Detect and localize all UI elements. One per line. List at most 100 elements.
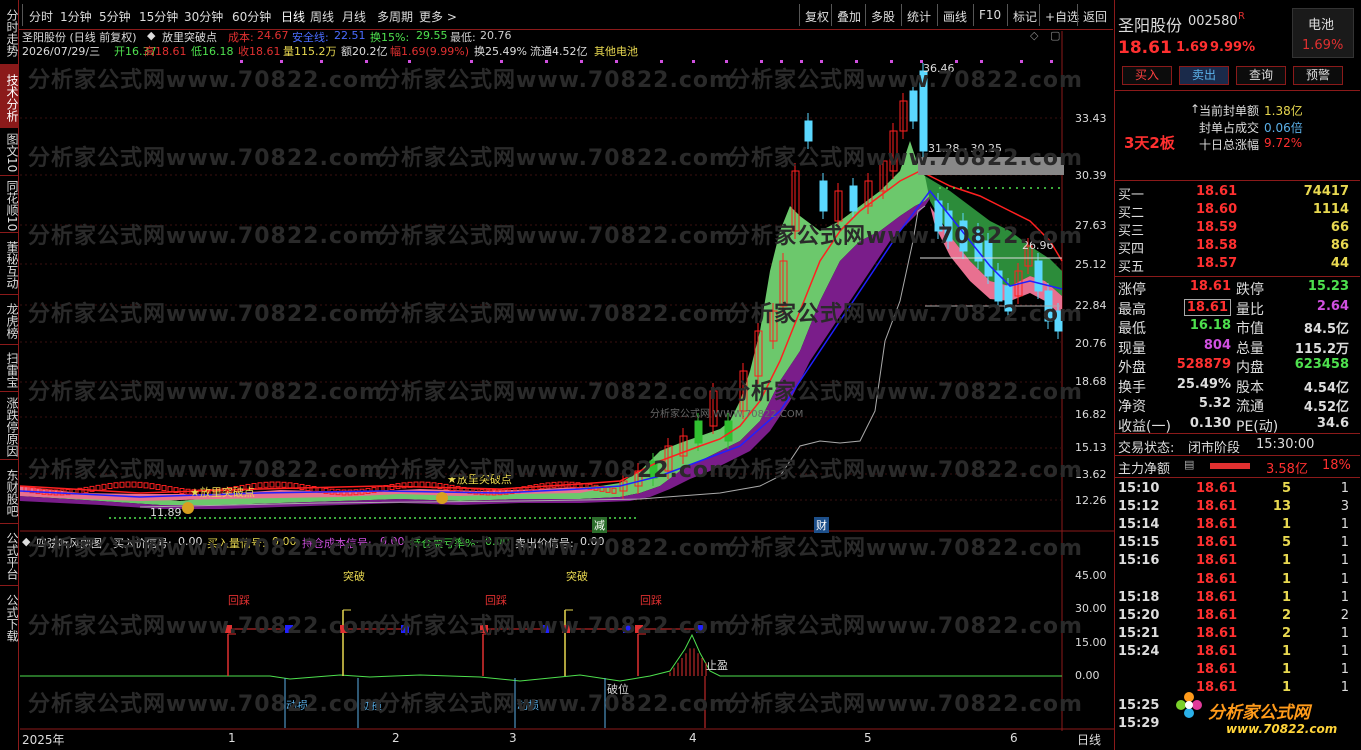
toolbar-3[interactable]: 15分钟 bbox=[139, 8, 178, 25]
toolbar-right-2[interactable]: 多股 bbox=[871, 8, 895, 25]
r-badge: R bbox=[1238, 11, 1245, 22]
toolbar-right-8[interactable]: 返回 bbox=[1083, 8, 1107, 25]
sidebar-item-7[interactable]: 涨跌停原因 bbox=[0, 392, 18, 459]
tick-price: 18.61 bbox=[1196, 680, 1238, 696]
stat-label: 市值 bbox=[1236, 321, 1264, 337]
tick-vol: 1 bbox=[1281, 680, 1291, 696]
small-candle bbox=[101, 483, 107, 490]
toolbar-4[interactable]: 30分钟 bbox=[184, 8, 223, 25]
toolbar-right-6[interactable]: 标记 bbox=[1013, 8, 1037, 25]
green-dot bbox=[1058, 187, 1060, 189]
toolbar-7[interactable]: 周线 bbox=[310, 8, 334, 25]
sidebar-item-8[interactable]: 东财股吧 bbox=[0, 460, 18, 523]
sidebar-item-3[interactable]: 同花顺10 bbox=[0, 176, 18, 232]
green-dot bbox=[509, 517, 511, 519]
toolbar-0[interactable]: 分时 bbox=[29, 8, 53, 25]
status-value: 闭市阶段 bbox=[1188, 441, 1241, 456]
huicai-label-1: 回踩 bbox=[228, 594, 250, 607]
alert-button[interactable]: 预警 bbox=[1293, 66, 1343, 85]
toolbar-10[interactable]: 更多 > bbox=[419, 8, 457, 25]
toolbar-6[interactable]: 日线 bbox=[281, 8, 305, 25]
bid-price: 18.57 bbox=[1196, 256, 1238, 271]
tick-vol: 1 bbox=[1281, 553, 1291, 569]
candle-body bbox=[849, 185, 858, 212]
sidebar-item-5[interactable]: 龙虎榜 bbox=[0, 295, 18, 344]
settings-box-icon[interactable]: ▢ bbox=[1050, 29, 1060, 42]
toolbar-9[interactable]: 多周期 bbox=[377, 8, 413, 25]
watermark-text: 分析家公式网www.70822.com bbox=[378, 380, 733, 405]
bid-label: 买五 bbox=[1118, 260, 1145, 275]
tick-count: 1 bbox=[1340, 643, 1349, 659]
sidebar-item-1[interactable]: 技术分析 bbox=[0, 65, 18, 127]
toolbar-5[interactable]: 60分钟 bbox=[232, 8, 271, 25]
green-dot bbox=[459, 517, 461, 519]
green-dot bbox=[454, 517, 456, 519]
green-dot bbox=[534, 517, 536, 519]
green-dot bbox=[1009, 187, 1011, 189]
status-time: 15:30:00 bbox=[1256, 437, 1315, 452]
sidebar-item-0[interactable]: 分时走势 bbox=[0, 0, 18, 63]
tick-vol: 5 bbox=[1281, 481, 1291, 496]
watermark-text: 分析家公式网www.70822.com bbox=[728, 224, 1083, 249]
huicai-label-3: 回踩 bbox=[640, 594, 662, 607]
toolbar-right-1[interactable]: 叠加 bbox=[837, 8, 861, 25]
green-dot bbox=[444, 517, 446, 519]
green-dot bbox=[199, 517, 201, 519]
tick-count: 2 bbox=[1340, 607, 1349, 623]
tick-price: 18.61 bbox=[1196, 553, 1238, 569]
toolbar-sep bbox=[831, 4, 832, 26]
buy-button[interactable]: 买入 bbox=[1122, 66, 1172, 85]
green-dot bbox=[524, 517, 526, 519]
sidebar-item-10[interactable]: 公式下载 bbox=[0, 586, 18, 646]
sidebar-item-9[interactable]: 公式平台 bbox=[0, 524, 18, 585]
stat-value: 25.49% bbox=[1176, 376, 1231, 392]
expand-diamond-icon[interactable]: ◇ bbox=[1030, 29, 1038, 42]
list-icon[interactable]: ▤ bbox=[1184, 458, 1194, 471]
sidebar-item-6[interactable]: 扫雷宝 bbox=[0, 345, 18, 391]
green-dot bbox=[439, 517, 441, 519]
panel-divider bbox=[1114, 0, 1115, 750]
seal-value: 1.38亿 bbox=[1264, 104, 1303, 118]
watermark-text: 分析家公式网www.70822.com bbox=[378, 68, 733, 93]
sidebar-item-4[interactable]: 董秘互动 bbox=[0, 233, 18, 294]
toolbar-8[interactable]: 月线 bbox=[342, 8, 366, 25]
toolbar-right-7[interactable]: +自选 bbox=[1045, 8, 1079, 25]
green-dot bbox=[129, 517, 131, 519]
stat-value: 18.61 bbox=[1189, 279, 1231, 294]
bid-label: 买四 bbox=[1118, 242, 1145, 257]
sidebar-sep bbox=[0, 232, 18, 233]
left-sidebar: 分时走势技术分析 图文10 同花顺10 董秘互动 龙虎榜 扫雷宝 涨跌停原因 东财股吧 公式平台… bbox=[0, 0, 19, 750]
bid-vol: 1114 bbox=[1312, 202, 1349, 217]
stat-label: 换手 bbox=[1118, 379, 1146, 396]
tupo-label-1: 突破 bbox=[343, 570, 365, 583]
sell-button[interactable]: 卖出 bbox=[1179, 66, 1229, 85]
toolbar-right-4[interactable]: 画线 bbox=[943, 8, 967, 25]
bid-vol: 44 bbox=[1330, 256, 1349, 271]
logo-url: www.70822.com bbox=[1226, 722, 1338, 736]
sidebar-item-2[interactable]: 图文10 bbox=[0, 128, 18, 175]
green-dot bbox=[354, 517, 356, 519]
green-dot bbox=[409, 517, 411, 519]
toolbar-2[interactable]: 5分钟 bbox=[99, 8, 131, 25]
green-dot bbox=[124, 517, 126, 519]
watermark-text: 分析家公式网www.70822.com bbox=[378, 536, 733, 561]
watermark-text: 分析家公式网www.70822.com bbox=[728, 458, 1083, 483]
cost-value: 24.67 bbox=[257, 29, 289, 42]
watermark-text: 分析家公式网www.70822.com bbox=[28, 692, 383, 717]
small-candle bbox=[107, 482, 113, 489]
green-dot bbox=[254, 517, 256, 519]
toolbar-1[interactable]: 1分钟 bbox=[60, 8, 92, 25]
tick-time: 15:16 bbox=[1118, 553, 1160, 569]
green-dot bbox=[259, 517, 261, 519]
green-dot bbox=[464, 517, 466, 519]
candle-body bbox=[1034, 260, 1043, 292]
toolbar-right-5[interactable]: F10 bbox=[979, 8, 1001, 22]
bid-price: 18.60 bbox=[1196, 202, 1238, 217]
query-button[interactable]: 查询 bbox=[1236, 66, 1286, 85]
bid-price: 18.61 bbox=[1196, 184, 1238, 199]
green-dot bbox=[364, 517, 366, 519]
green-dot bbox=[519, 517, 521, 519]
toolbar-right-0[interactable]: 复权 bbox=[805, 8, 829, 25]
tick-vol: 2 bbox=[1281, 607, 1291, 623]
toolbar-right-3[interactable]: 统计 bbox=[907, 8, 931, 25]
